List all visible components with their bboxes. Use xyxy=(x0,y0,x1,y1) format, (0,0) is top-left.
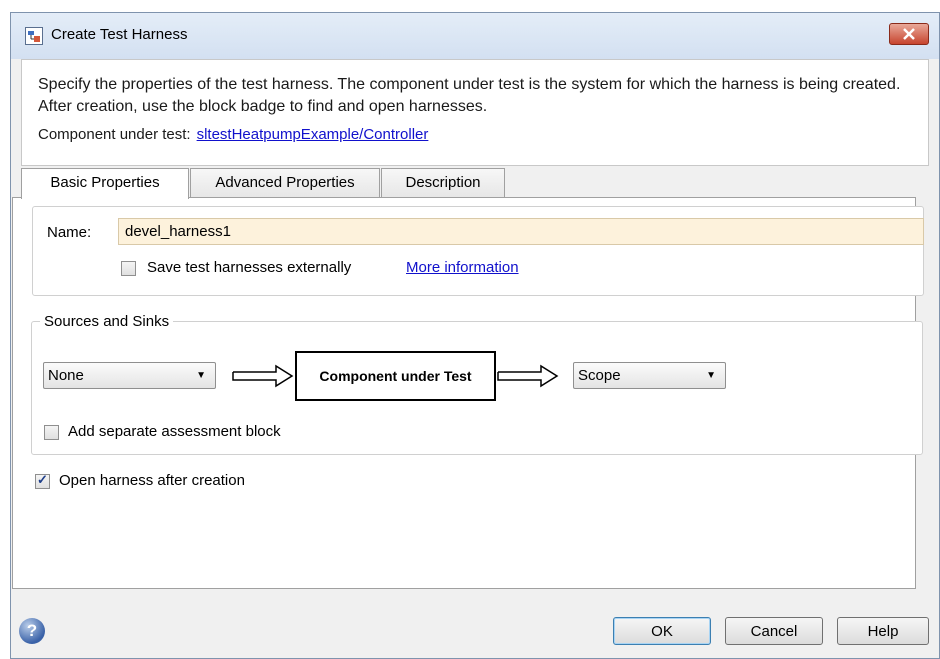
open-after-creation-label: Open harness after creation xyxy=(59,472,245,489)
simulink-harness-icon xyxy=(25,27,43,45)
dialog-description: Specify the properties of the test harne… xyxy=(38,76,901,115)
component-under-test-box: Component under Test xyxy=(295,351,496,401)
save-externally-checkbox[interactable] xyxy=(121,261,136,276)
sources-sinks-legend: Sources and Sinks xyxy=(40,313,174,330)
component-under-test-row: Component under test: sltestHeatpumpExamp… xyxy=(38,126,428,143)
cancel-button[interactable]: Cancel xyxy=(725,617,823,645)
assessment-block-label: Add separate assessment block xyxy=(68,423,281,440)
tab-advanced-properties[interactable]: Advanced Properties xyxy=(190,168,380,198)
component-under-test-label: Component under test: xyxy=(38,126,191,143)
more-information-link[interactable]: More information xyxy=(406,259,519,276)
source-dropdown[interactable]: None ▼ xyxy=(43,362,216,389)
source-dropdown-value: None xyxy=(48,367,84,384)
save-externally-label: Save test harnesses externally xyxy=(147,259,352,276)
help-button[interactable]: Help xyxy=(837,617,929,645)
name-group: Name: Save test harnesses externally Mor… xyxy=(32,206,924,296)
close-icon xyxy=(903,28,915,40)
close-button[interactable] xyxy=(889,23,929,45)
dialog-header: Specify the properties of the test harne… xyxy=(21,59,929,166)
tab-basic-properties[interactable]: Basic Properties xyxy=(21,168,189,199)
help-icon[interactable]: ? xyxy=(19,618,45,644)
chevron-down-icon: ▼ xyxy=(196,370,206,381)
chevron-down-icon: ▼ xyxy=(706,370,716,381)
component-under-test-link[interactable]: sltestHeatpumpExample/Controller xyxy=(197,126,429,143)
open-after-creation-checkbox[interactable] xyxy=(35,472,50,489)
sink-dropdown-value: Scope xyxy=(578,367,621,384)
window-title: Create Test Harness xyxy=(51,26,188,43)
name-label: Name: xyxy=(47,224,92,241)
title-bar[interactable]: Create Test Harness xyxy=(11,13,939,59)
tab-description[interactable]: Description xyxy=(381,168,505,198)
sink-dropdown[interactable]: Scope ▼ xyxy=(573,362,726,389)
source-arrow-icon xyxy=(232,364,294,388)
ok-button[interactable]: OK xyxy=(613,617,711,645)
assessment-block-checkbox[interactable] xyxy=(44,425,59,440)
sink-arrow-icon xyxy=(497,364,559,388)
name-input[interactable] xyxy=(118,218,924,245)
